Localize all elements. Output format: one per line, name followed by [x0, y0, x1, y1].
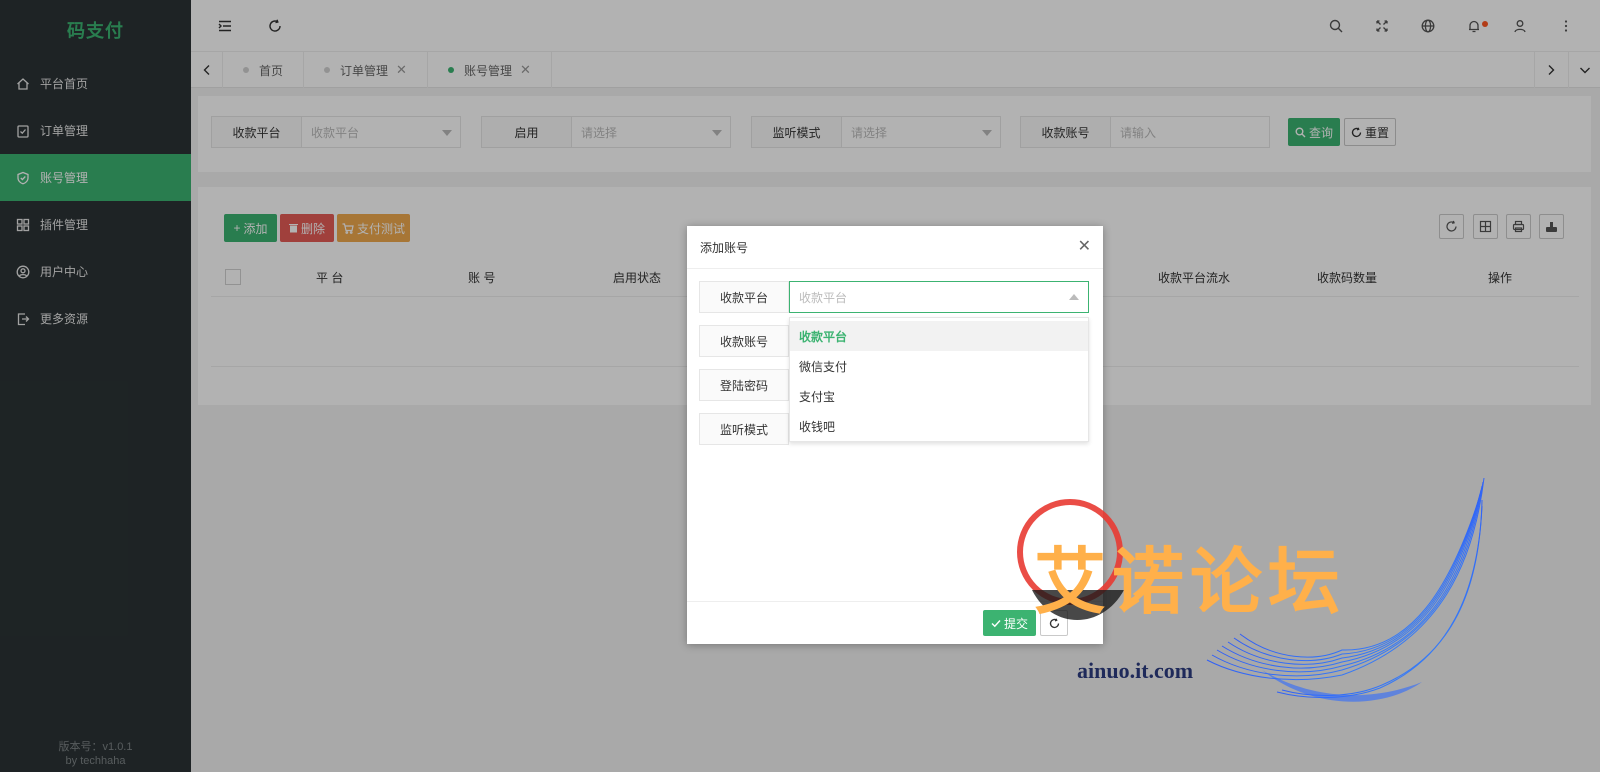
dropdown-option[interactable]: 收钱吧 — [790, 411, 1088, 441]
field-label: 收款平台 — [699, 281, 789, 313]
platform-select[interactable]: 收款平台 — [789, 281, 1089, 313]
field-label: 收款账号 — [699, 325, 789, 357]
caret-up-icon — [1069, 294, 1079, 300]
dropdown-option[interactable]: 微信支付 — [790, 351, 1088, 381]
platform-dropdown: 收款平台 微信支付 支付宝 收钱吧 — [789, 317, 1089, 442]
platform-field: 收款平台 — [699, 281, 789, 313]
select-placeholder: 收款平台 — [799, 290, 848, 305]
field-label: 监听模式 — [699, 413, 789, 445]
watermark-url: ainuo.it.com — [1077, 658, 1194, 683]
dropdown-option[interactable]: 收款平台 — [790, 321, 1088, 351]
check-icon — [991, 619, 1001, 627]
watermark: 艾诺论坛 ainuo.it.com — [1012, 470, 1492, 710]
watermark-title: 艾诺论坛 — [1034, 540, 1347, 624]
password-field: 登陆密码 — [699, 369, 789, 401]
close-icon[interactable]: ✕ — [1078, 239, 1091, 255]
account-field: 收款账号 — [699, 325, 789, 357]
dropdown-option[interactable]: 支付宝 — [790, 381, 1088, 411]
listen-mode-field: 监听模式 — [699, 413, 789, 445]
dialog-title: 添加账号 — [687, 226, 1103, 269]
field-label: 登陆密码 — [699, 369, 789, 401]
